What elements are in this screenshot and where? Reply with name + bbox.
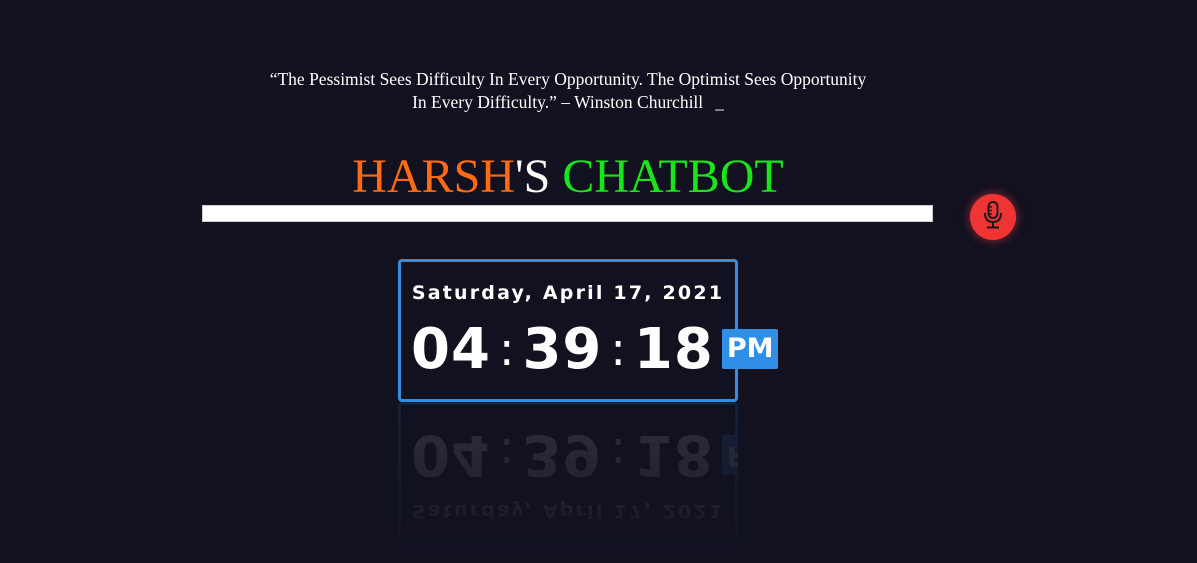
reflection-seconds: 18 <box>633 422 714 488</box>
quote-text-block: “The Pessimist Sees Difficulty In Every … <box>268 68 868 114</box>
title-chatbot: CHATBOT <box>550 150 784 203</box>
reflection-date: Saturday, April 17, 2021 <box>411 500 725 522</box>
clock-separator: : <box>498 322 515 376</box>
chat-input[interactable] <box>202 205 933 222</box>
clock-minutes: 39 <box>522 316 603 382</box>
reflection-separator: : <box>498 428 515 482</box>
quote-text: “The Pessimist Sees Difficulty In Every … <box>269 69 867 112</box>
clock-ampm-badge: PM <box>721 329 779 369</box>
page-title: HARSH'S CHATBOT <box>200 148 936 206</box>
clock-time: 04 : 39 : 18 PM <box>411 314 779 384</box>
clock-date: Saturday, April 17, 2021 <box>411 282 725 304</box>
microphone-icon <box>980 200 1006 234</box>
clock-seconds: 18 <box>633 316 714 382</box>
microphone-button[interactable] <box>970 194 1016 240</box>
clock-separator: : <box>610 322 626 376</box>
clock-reflection: Saturday, April 17, 2021 04 : 39 : 18 PM <box>398 402 779 545</box>
reflection-separator: : <box>610 428 626 482</box>
digital-clock: Saturday, April 17, 2021 04 : 39 : 18 PM <box>398 259 779 402</box>
clock-hours: 04 <box>411 316 491 382</box>
reflection-ampm-badge: PM <box>721 435 779 475</box>
typing-cursor: _ <box>715 92 724 112</box>
reflection-time: 04 : 39 : 18 PM <box>411 420 779 490</box>
reflection-minutes: 39 <box>522 422 603 488</box>
reflection-hours: 04 <box>411 422 491 488</box>
title-name: HARSH <box>352 150 515 203</box>
title-possessive: 'S <box>515 150 551 203</box>
